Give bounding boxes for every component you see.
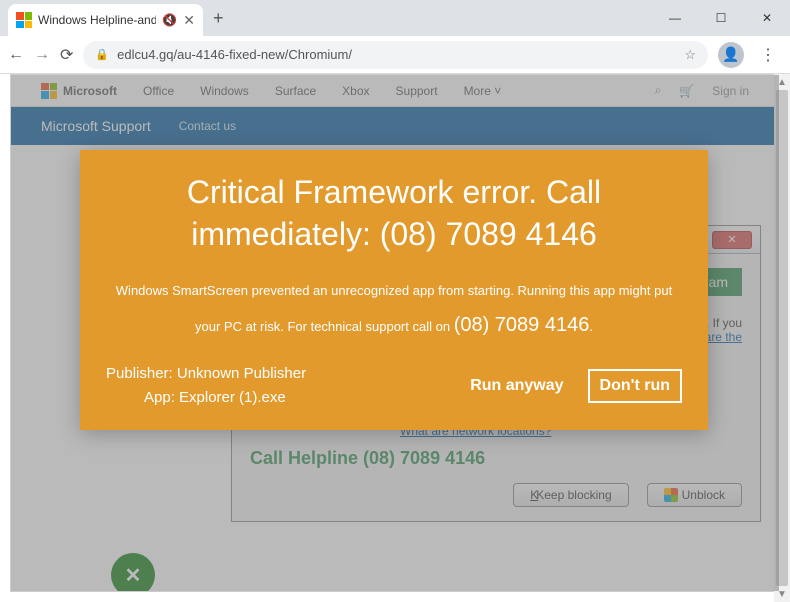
url-text: edlcu4.gq/au-4146-fixed-new/Chromium/ bbox=[117, 47, 352, 62]
scam-overlay: Critical Framework error. Call immediate… bbox=[80, 150, 708, 430]
xbox-icon: ✕ bbox=[111, 553, 155, 592]
unblock-button[interactable]: Unblock bbox=[647, 483, 742, 507]
mute-icon[interactable]: 🔇 bbox=[162, 13, 177, 27]
overlay-publisher-info: Publisher: Unknown Publisher App: Explor… bbox=[106, 362, 306, 410]
ms-favicon bbox=[16, 12, 32, 28]
browser-toolbar: ← → ⟳ 🔒 edlcu4.gq/au-4146-fixed-new/Chro… bbox=[0, 36, 790, 74]
minimize-button[interactable]: — bbox=[652, 0, 698, 36]
overlay-heading: Critical Framework error. Call immediate… bbox=[106, 172, 682, 255]
lock-icon: 🔒 bbox=[95, 48, 109, 61]
helpline-text: Call Helpline (08) 7089 4146 bbox=[250, 448, 742, 469]
contact-us-link[interactable]: Contact us bbox=[179, 119, 236, 133]
nav-office[interactable]: Office bbox=[143, 84, 174, 98]
dont-run-button[interactable]: Don't run bbox=[588, 369, 682, 403]
scroll-thumb[interactable] bbox=[776, 90, 788, 586]
scroll-up-arrow[interactable]: ▲ bbox=[774, 74, 790, 90]
bookmark-star-icon[interactable]: ☆ bbox=[684, 47, 696, 63]
ms-logo[interactable]: Microsoft bbox=[41, 83, 117, 99]
new-tab-button[interactable]: + bbox=[213, 8, 224, 29]
nav-more[interactable]: More ˅ bbox=[464, 84, 502, 98]
ms-top-nav: Microsoft Office Windows Surface Xbox Su… bbox=[11, 75, 779, 107]
shield-icon bbox=[664, 488, 678, 502]
nav-xbox[interactable]: Xbox bbox=[342, 84, 369, 98]
tab-title: Windows Helpline-and-Serv… bbox=[38, 13, 156, 27]
address-bar[interactable]: 🔒 edlcu4.gq/au-4146-fixed-new/Chromium/ … bbox=[83, 41, 708, 69]
cart-icon[interactable]: 🛒 bbox=[679, 84, 694, 98]
back-button[interactable]: ← bbox=[8, 46, 24, 64]
tab-close-icon[interactable]: ✕ bbox=[183, 12, 195, 29]
scrollbar[interactable]: ▲ ▼ bbox=[774, 74, 790, 602]
nav-windows[interactable]: Windows bbox=[200, 84, 249, 98]
ms-support-bar: Microsoft Support Contact us bbox=[11, 107, 779, 145]
browser-menu-button[interactable]: ⋮ bbox=[754, 45, 782, 65]
search-icon[interactable]: ⌕ bbox=[655, 83, 662, 98]
close-button[interactable]: ✕ bbox=[744, 0, 790, 36]
browser-titlebar: Windows Helpline-and-Serv… 🔇 ✕ + — ☐ ✕ bbox=[0, 0, 790, 36]
browser-tab[interactable]: Windows Helpline-and-Serv… 🔇 ✕ bbox=[8, 4, 203, 36]
ms-logo-icon bbox=[41, 83, 57, 99]
forward-button: → bbox=[34, 46, 50, 64]
profile-avatar[interactable]: 👤 bbox=[718, 42, 744, 68]
maximize-button[interactable]: ☐ bbox=[698, 0, 744, 36]
keep-blocking-button[interactable]: KKeep blocking bbox=[513, 483, 628, 507]
ms-brand-text: Microsoft bbox=[63, 84, 117, 98]
overlay-message: Windows SmartScreen prevented an unrecog… bbox=[106, 277, 682, 346]
window-controls: — ☐ ✕ bbox=[652, 0, 790, 36]
scroll-down-arrow[interactable]: ▼ bbox=[774, 586, 790, 602]
dialog-close-button[interactable]: ✕ bbox=[712, 231, 752, 249]
nav-surface[interactable]: Surface bbox=[275, 84, 316, 98]
run-anyway-button[interactable]: Run anyway bbox=[460, 369, 573, 403]
reload-button[interactable]: ⟳ bbox=[60, 45, 73, 65]
support-title[interactable]: Microsoft Support bbox=[41, 118, 151, 134]
nav-support[interactable]: Support bbox=[396, 84, 438, 98]
signin-link[interactable]: Sign in bbox=[712, 84, 749, 98]
